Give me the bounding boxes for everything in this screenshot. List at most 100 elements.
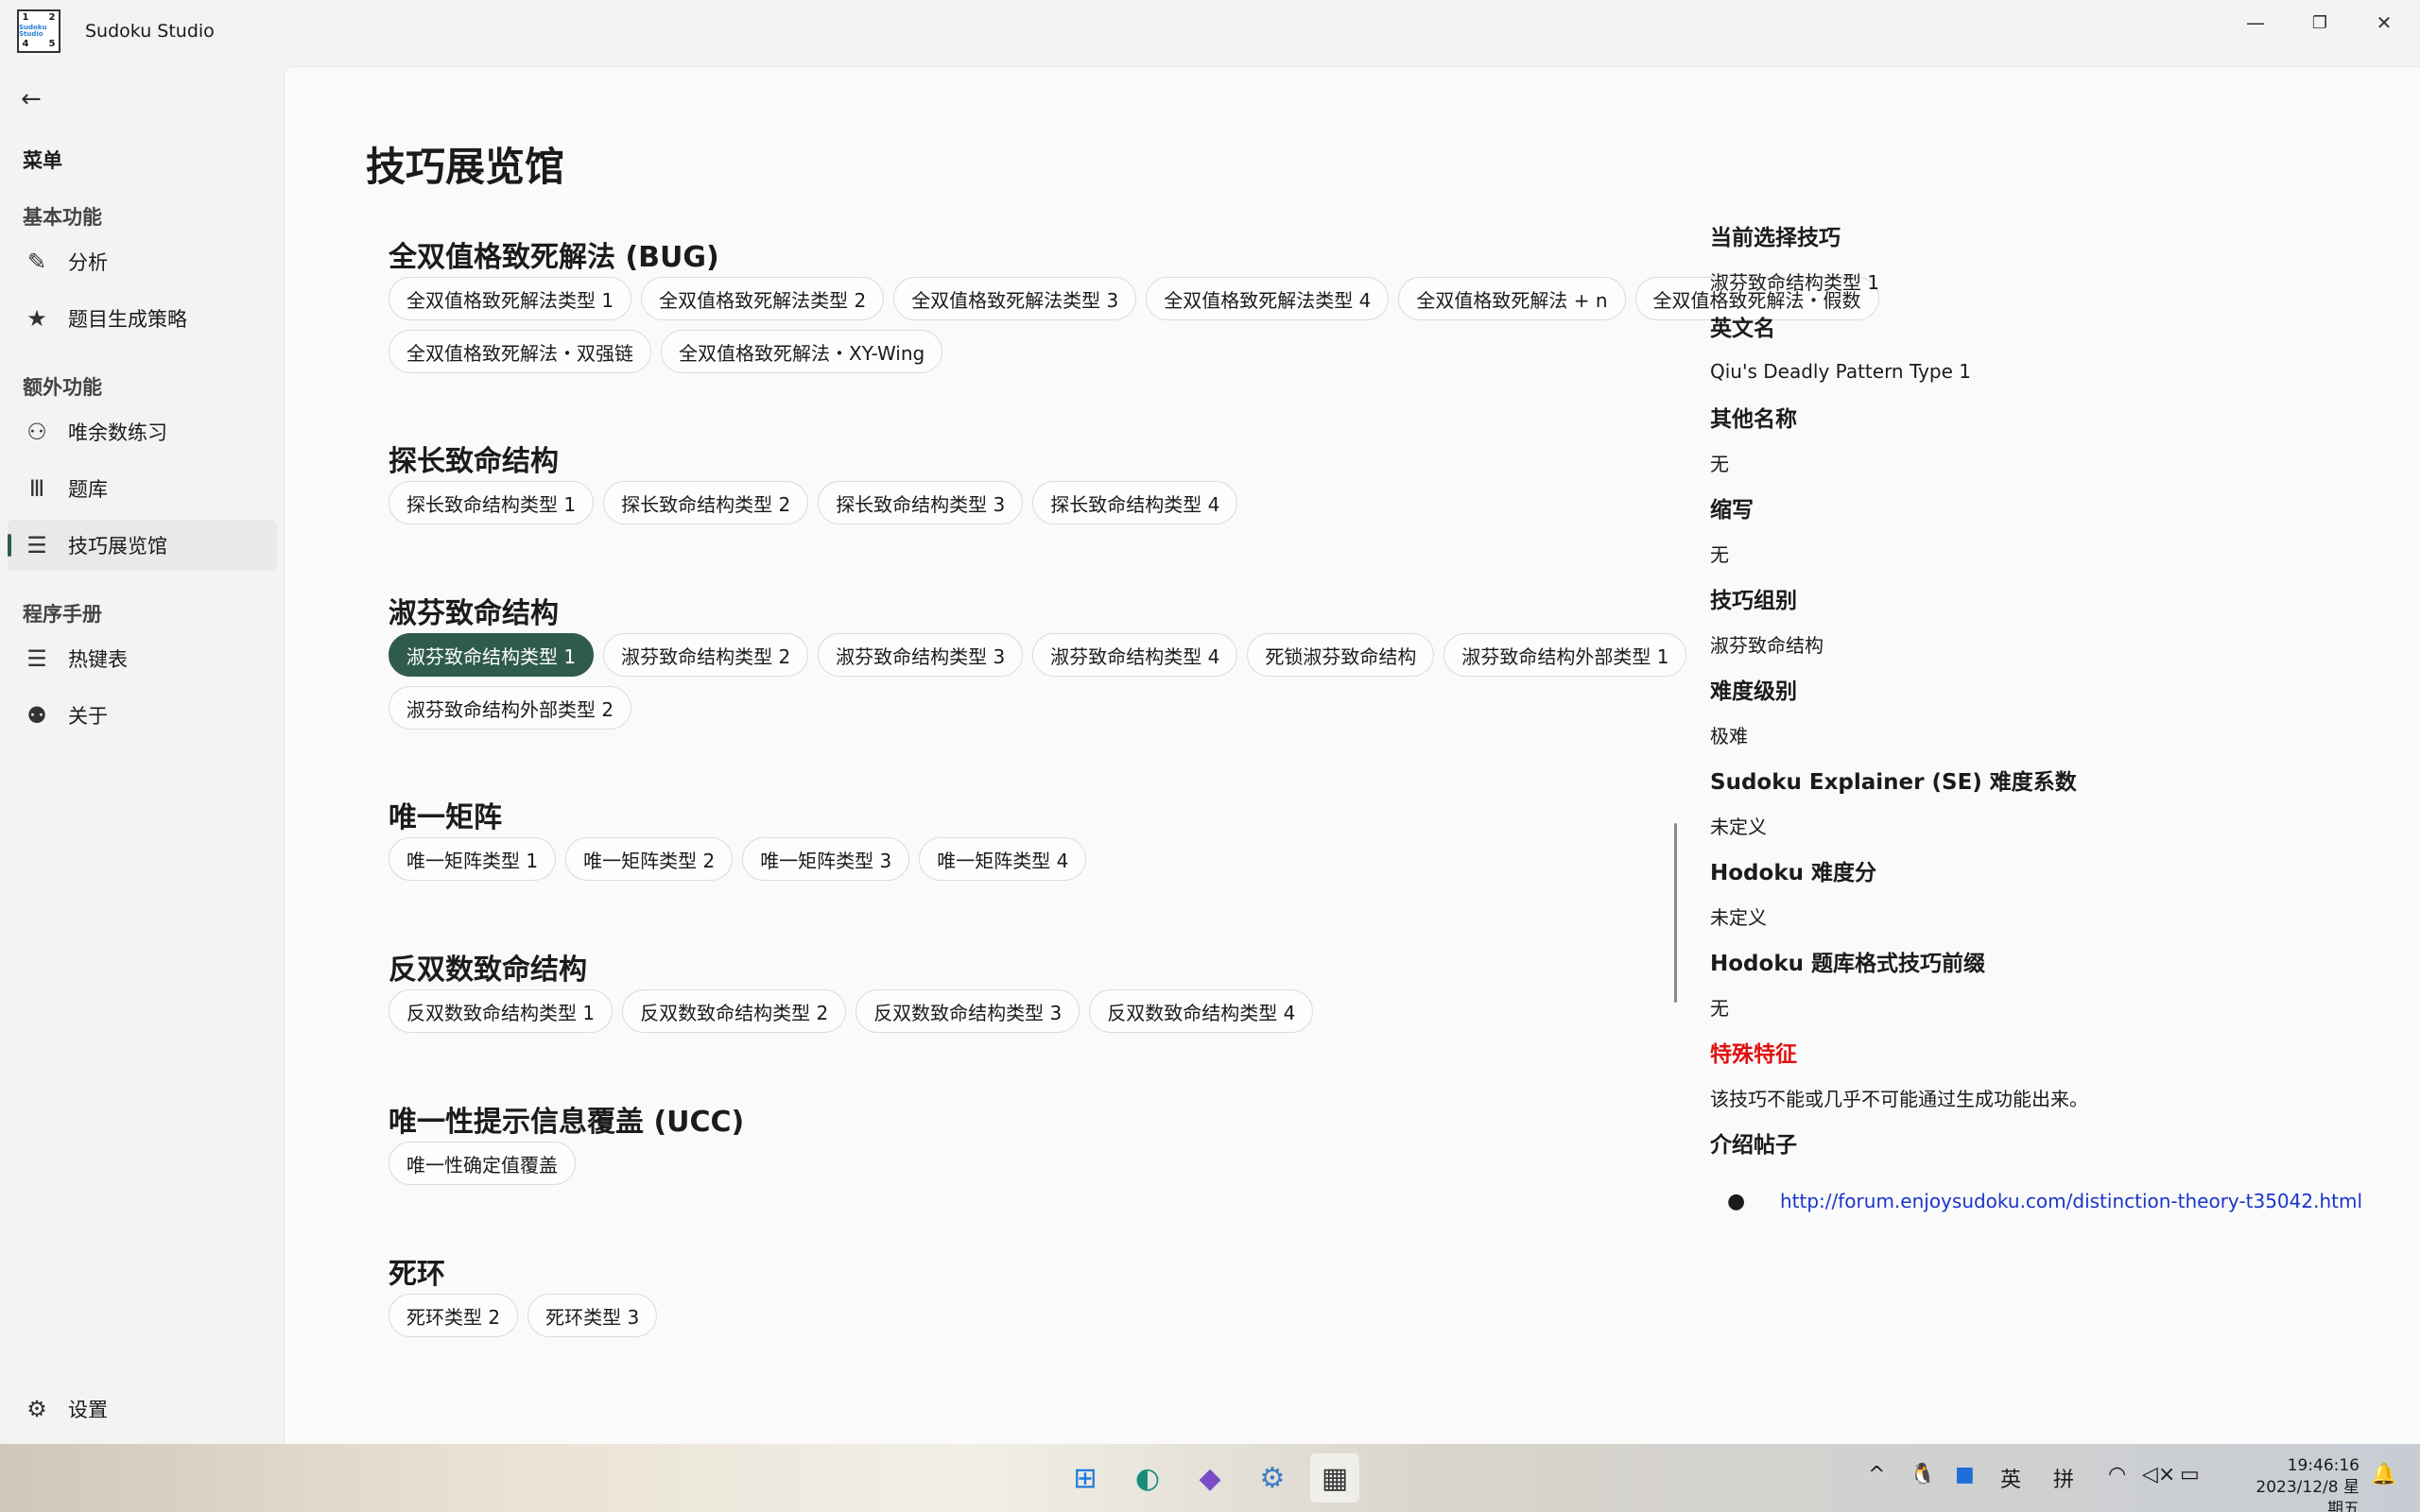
intro-post-link[interactable]: http://forum.enjoysudoku.com/distinction… xyxy=(1780,1190,2362,1212)
list-icon: ☰ xyxy=(26,532,47,558)
difficulty-level-value: 极难 xyxy=(1710,724,1748,747)
library-icon: Ⅲ xyxy=(28,475,45,502)
chip-list: 全双值格致死解法类型 1 全双值格致死解法类型 2 全双值格致死解法类型 3 全… xyxy=(389,277,1939,373)
logo-digit: 1 xyxy=(22,12,29,23)
technique-chip[interactable]: 全双值格致死解法・双强链 xyxy=(389,330,651,373)
technique-chip[interactable]: 全双值格致死解法类型 1 xyxy=(389,277,632,320)
technique-chip[interactable]: 死环类型 2 xyxy=(389,1294,519,1337)
nav-item-library[interactable]: Ⅲ 题库 xyxy=(8,463,277,514)
back-arrow-icon[interactable]: ← xyxy=(21,85,42,113)
category-bug: 全双值格致死解法 (BUG) 全双值格致死解法类型 1 全双值格致死解法类型 2… xyxy=(389,233,1939,373)
nav-item-label: 技巧展览馆 xyxy=(68,535,167,558)
category-qiu: 淑芬致命结构 淑芬致命结构类型 1 淑芬致命结构类型 2 淑芬致命结构类型 3 … xyxy=(389,590,1939,730)
technique-chip[interactable]: 唯一矩阵类型 1 xyxy=(389,837,557,881)
technique-group-value: 淑芬致命结构 xyxy=(1710,633,1824,657)
nav-item-analysis[interactable]: ✎ 分析 xyxy=(8,236,277,287)
technique-chip[interactable]: 唯一矩阵类型 3 xyxy=(742,837,910,881)
special-feature-value: 该技巧不能或几乎不可能通过生成功能出来。 xyxy=(1710,1087,2088,1110)
hodoku-prefix-value: 无 xyxy=(1710,996,1729,1020)
nav-item-hotkeys[interactable]: ☰ 热键表 xyxy=(8,633,277,684)
technique-chip-selected[interactable]: 淑芬致命结构类型 1 xyxy=(389,633,595,677)
windows-start-icon[interactable]: ⊞ xyxy=(1061,1453,1110,1503)
difficulty-level-label: 难度级别 xyxy=(1710,679,1797,704)
navigation-pane: ← 菜单 基本功能 ✎ 分析 ★ 题目生成策略 额外功能 ⚇ 唯余数练习 Ⅲ 题… xyxy=(0,66,284,1444)
technique-chip[interactable]: 探长致命结构类型 3 xyxy=(818,481,1024,524)
nav-item-label: 关于 xyxy=(68,705,108,728)
people-icon: ⚉ xyxy=(26,702,47,729)
nav-item-about[interactable]: ⚉ 关于 xyxy=(8,690,277,741)
input-mode-pinyin[interactable]: 拼 xyxy=(2053,1463,2074,1493)
technique-chip[interactable]: 死锁淑芬致命结构 xyxy=(1247,633,1435,677)
restore-button[interactable]: ❐ xyxy=(2291,4,2348,42)
bluetooth-icon[interactable]: ■ xyxy=(1955,1463,1975,1486)
group-manual: 程序手册 xyxy=(23,603,102,626)
gamepad-icon: ⚇ xyxy=(26,419,47,445)
technique-chip[interactable]: 反双数致命结构类型 3 xyxy=(856,989,1080,1033)
group-basic: 基本功能 xyxy=(23,206,102,229)
logo-digit: 4 xyxy=(22,39,29,49)
edge-browser-icon[interactable]: ◐ xyxy=(1123,1453,1172,1503)
technique-chip[interactable]: 淑芬致命结构类型 4 xyxy=(1032,633,1238,677)
battery-icon[interactable]: ▭ xyxy=(2180,1463,2200,1486)
technique-chip[interactable]: 唯一性确定值覆盖 xyxy=(389,1142,576,1185)
nav-item-label: 题目生成策略 xyxy=(68,308,187,331)
sudoku-studio-taskbar-icon[interactable]: ▦ xyxy=(1310,1453,1359,1503)
logo-digit: 2 xyxy=(48,12,56,23)
vertical-scrollbar[interactable] xyxy=(1674,823,1677,1003)
close-button[interactable]: ✕ xyxy=(2356,4,2412,42)
technique-chip[interactable]: 反双数致命结构类型 2 xyxy=(622,989,847,1033)
chip-list: 探长致命结构类型 1 探长致命结构类型 2 探长致命结构类型 3 探长致命结构类… xyxy=(389,481,1939,524)
pencil-icon: ✎ xyxy=(26,249,47,275)
logo-digit xyxy=(32,11,45,25)
group-extra: 额外功能 xyxy=(23,376,102,399)
gear-icon: ⚙ xyxy=(26,1396,47,1422)
tray-overflow-icon[interactable]: ^ xyxy=(1868,1463,1885,1486)
category-title: 唯一性提示信息覆盖 (UCC) xyxy=(389,1106,745,1139)
list-icon: ☰ xyxy=(26,645,47,672)
nav-item-generation[interactable]: ★ 题目生成策略 xyxy=(8,293,277,344)
nav-item-label: 设置 xyxy=(68,1399,108,1421)
logo-text: Sudoku Studio xyxy=(19,24,47,38)
technique-chip[interactable]: 全双值格致死解法・XY-Wing xyxy=(661,330,943,373)
nav-item-label: 分析 xyxy=(68,251,108,274)
technique-chip[interactable]: 反双数致命结构类型 1 xyxy=(389,989,614,1033)
technique-chip[interactable]: 淑芬致命结构外部类型 2 xyxy=(389,686,632,730)
technique-chip[interactable]: 淑芬致命结构外部类型 1 xyxy=(1443,633,1687,677)
technique-chip[interactable]: 淑芬致命结构类型 3 xyxy=(818,633,1024,677)
page-title: 技巧展览馆 xyxy=(366,144,565,190)
technique-chip[interactable]: 全双值格致死解法 + n xyxy=(1398,277,1626,320)
intro-post-item: ● http://forum.enjoysudoku.com/distincti… xyxy=(1710,1173,2372,1229)
technique-chip[interactable]: 淑芬致命结构类型 2 xyxy=(603,633,809,677)
input-mode-english[interactable]: 英 xyxy=(2000,1463,2021,1493)
title-bar: 1 2 Sudoku Studio 4 5 Sudoku Studio — ❐ … xyxy=(0,0,2420,66)
technique-chip[interactable]: 探长致命结构类型 4 xyxy=(1032,481,1238,524)
se-difficulty-value: 未定义 xyxy=(1710,815,1767,838)
minimize-button[interactable]: — xyxy=(2227,4,2284,42)
technique-chip[interactable]: 反双数致命结构类型 4 xyxy=(1089,989,1314,1033)
wifi-icon[interactable]: ◠ xyxy=(2108,1463,2126,1486)
hodoku-score-value: 未定义 xyxy=(1710,905,1767,929)
notification-bell-icon[interactable]: 🔔 xyxy=(2371,1463,2396,1486)
qq-icon[interactable]: 🐧 xyxy=(1910,1463,1935,1486)
category-anti-bivalue: 反双数致命结构 反双数致命结构类型 1 反双数致命结构类型 2 反双数致命结构类… xyxy=(389,946,1939,1033)
category-title: 反双数致命结构 xyxy=(389,954,587,987)
nav-item-practice[interactable]: ⚇ 唯余数练习 xyxy=(8,406,277,457)
english-name-label: 英文名 xyxy=(1710,317,1775,341)
system-clock[interactable]: 19:46:16 2023/12/8 星期五 xyxy=(2250,1455,2360,1512)
category-unique-matrix: 唯一矩阵 唯一矩阵类型 1 唯一矩阵类型 2 唯一矩阵类型 3 唯一矩阵类型 4 xyxy=(389,794,1939,881)
technique-chip[interactable]: 全双值格致死解法类型 4 xyxy=(1146,277,1390,320)
technique-chip[interactable]: 探长致命结构类型 1 xyxy=(389,481,595,524)
technique-chip[interactable]: 死环类型 3 xyxy=(527,1294,658,1337)
technique-chip[interactable]: 全双值格致死解法类型 2 xyxy=(641,277,885,320)
technique-chip[interactable]: 探长致命结构类型 2 xyxy=(603,481,809,524)
nav-item-settings[interactable]: ⚙ 设置 xyxy=(8,1383,277,1435)
visual-studio-icon[interactable]: ◆ xyxy=(1185,1453,1235,1503)
technique-chip[interactable]: 全双值格致死解法类型 3 xyxy=(893,277,1137,320)
current-technique-label: 当前选择技巧 xyxy=(1710,226,1841,250)
technique-chip[interactable]: 唯一矩阵类型 2 xyxy=(565,837,734,881)
app-title: Sudoku Studio xyxy=(85,21,215,42)
settings-app-icon[interactable]: ⚙ xyxy=(1248,1453,1297,1503)
technique-chip[interactable]: 唯一矩阵类型 4 xyxy=(919,837,1087,881)
volume-muted-icon[interactable]: ◁× xyxy=(2142,1463,2175,1486)
nav-item-technique-gallery[interactable]: ☰ 技巧展览馆 xyxy=(8,520,277,571)
